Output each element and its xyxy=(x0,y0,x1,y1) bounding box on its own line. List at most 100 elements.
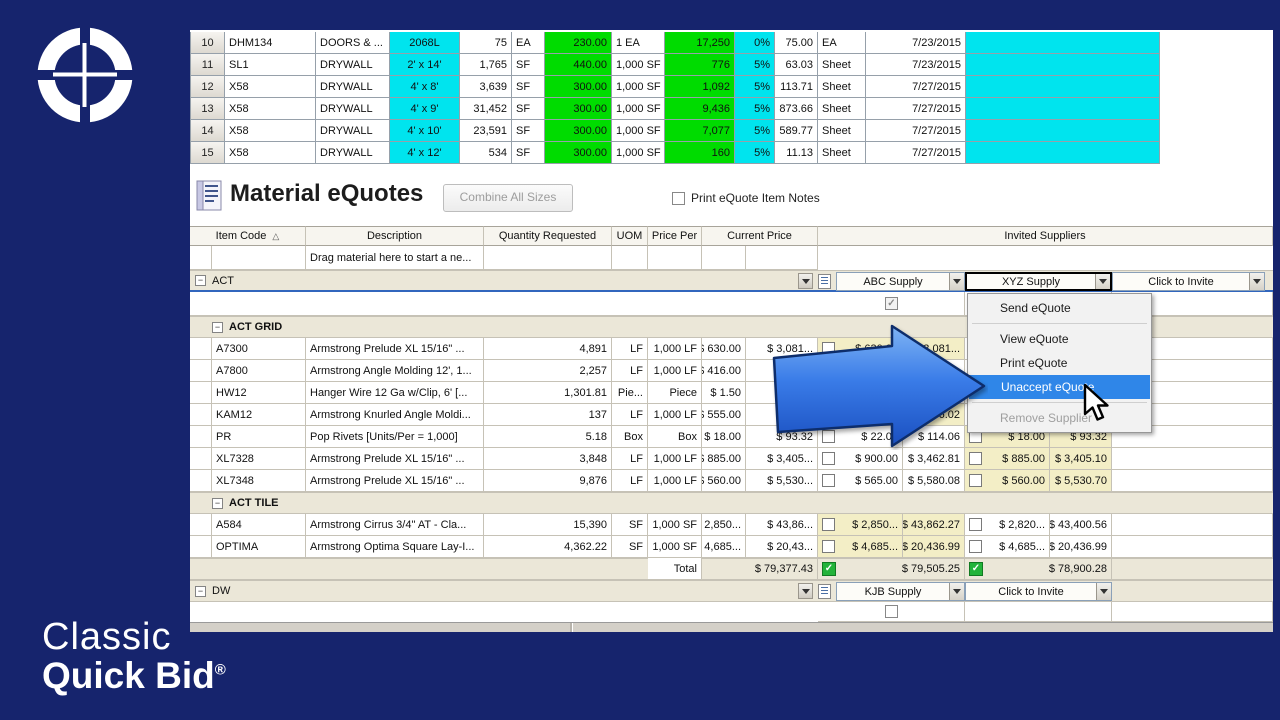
cell-empty-cyan[interactable] xyxy=(966,54,1160,76)
row-number[interactable]: 15 xyxy=(190,142,225,164)
cell-date[interactable]: 7/23/2015 xyxy=(866,54,966,76)
supplier-dropdown-invite-dw[interactable]: Click to Invite xyxy=(965,582,1112,601)
cell-uom[interactable]: SF xyxy=(512,76,545,98)
cell-size[interactable]: 4' x 10' xyxy=(390,120,460,142)
cell-price[interactable]: 113.71 xyxy=(775,76,818,98)
column-header-item-code[interactable]: Item Code △ xyxy=(190,226,306,246)
cell-price[interactable]: 63.03 xyxy=(775,54,818,76)
cell-item-code[interactable]: X58 xyxy=(225,142,316,164)
group-dropdown-button[interactable] xyxy=(798,583,813,599)
cell-size[interactable]: 4' x 8' xyxy=(390,76,460,98)
cell-xyz-ext[interactable]: $ 20,436.99 xyxy=(1050,536,1112,558)
cell-percent[interactable]: 5% xyxy=(735,98,775,120)
row-selector[interactable] xyxy=(190,246,212,270)
column-header-quantity-requested[interactable]: Quantity Requested xyxy=(484,226,612,246)
cell-per[interactable]: 1,000 SF xyxy=(612,54,665,76)
row-selector[interactable] xyxy=(190,470,212,492)
cell-category[interactable]: DRYWALL xyxy=(316,120,390,142)
column-header-price-per[interactable]: Price Per xyxy=(648,226,702,246)
cell-current-price-ext[interactable]: $ 43,86... xyxy=(746,514,818,536)
cell-uom[interactable]: LF xyxy=(612,470,648,492)
cell-item-code[interactable]: KAM12 xyxy=(212,404,306,426)
cell-value2[interactable]: 1,092 xyxy=(665,76,735,98)
cell-percent[interactable]: 5% xyxy=(735,76,775,98)
cell-current-price-unit[interactable]: $ 4,685... xyxy=(702,536,746,558)
cell-xyz-unit[interactable]: $ 560.00 xyxy=(965,470,1050,492)
cell-percent[interactable]: 5% xyxy=(735,54,775,76)
cell-current-price-unit[interactable]: $ 416.00 xyxy=(702,360,746,382)
cell-quantity-requested[interactable]: 4,891 xyxy=(484,338,612,360)
cell-per[interactable]: 1,000 SF xyxy=(612,142,665,164)
cell-date[interactable]: 7/27/2015 xyxy=(866,98,966,120)
cell-current-price-ext[interactable]: $ 3,405... xyxy=(746,448,818,470)
cell-unit[interactable]: Sheet xyxy=(818,98,866,120)
cell-description[interactable]: Pop Rivets [Units/Per = 1,000] xyxy=(306,426,484,448)
cell-unit[interactable]: Sheet xyxy=(818,76,866,98)
cell-uom[interactable]: SF xyxy=(512,120,545,142)
cell-per[interactable]: 1,000 SF xyxy=(612,120,665,142)
cell-per[interactable]: 1,000 SF xyxy=(612,98,665,120)
cell-price-per[interactable]: 1,000 LF xyxy=(648,338,702,360)
kjb-supplier-checkbox[interactable] xyxy=(885,605,898,618)
cell-empty-cyan[interactable] xyxy=(966,98,1160,120)
cell-value1[interactable]: 440.00 xyxy=(545,54,612,76)
cell-abc-unit[interactable]: $ 4,685... xyxy=(818,536,903,558)
cell-quantity[interactable] xyxy=(484,246,612,270)
cell-current-price-unit[interactable]: $ 2,850... xyxy=(702,514,746,536)
row-selector[interactable] xyxy=(190,514,212,536)
cell-uom[interactable]: LF xyxy=(612,338,648,360)
cell-item-code[interactable]: SL1 xyxy=(225,54,316,76)
cell-uom[interactable]: Pie... xyxy=(612,382,648,404)
collapse-icon[interactable]: − xyxy=(212,497,223,509)
cell-category[interactable]: DRYWALL xyxy=(316,54,390,76)
cell-current-price-unit[interactable]: $ 630.00 xyxy=(702,338,746,360)
cell-item-code[interactable] xyxy=(212,246,306,270)
cell-quantity[interactable]: 75 xyxy=(460,32,512,54)
cell-price-per[interactable]: 1,000 SF xyxy=(648,536,702,558)
cell-current-price-unit[interactable]: $ 885.00 xyxy=(702,448,746,470)
cell-value2[interactable]: 9,436 xyxy=(665,98,735,120)
cell-quantity-requested[interactable]: 4,362.22 xyxy=(484,536,612,558)
cell-price-per[interactable]: Box xyxy=(648,426,702,448)
cell-item-code[interactable]: OPTIMA xyxy=(212,536,306,558)
cell-date[interactable]: 7/23/2015 xyxy=(866,32,966,54)
cell-unit[interactable]: Sheet xyxy=(818,142,866,164)
cell-value1[interactable]: 300.00 xyxy=(545,76,612,98)
cell-price[interactable]: 589.77 xyxy=(775,120,818,142)
cell-current-price-unit[interactable]: $ 18.00 xyxy=(702,426,746,448)
dropdown-button[interactable] xyxy=(1096,583,1111,600)
cell-value1[interactable]: 300.00 xyxy=(545,98,612,120)
cell-quantity-requested[interactable]: 3,848 xyxy=(484,448,612,470)
cell-xyz-ext[interactable]: $ 3,405.10 xyxy=(1050,448,1112,470)
cell-uom[interactable]: LF xyxy=(612,360,648,382)
cell-invite-empty[interactable] xyxy=(1112,514,1273,536)
cell-item-code[interactable]: DHM134 xyxy=(225,32,316,54)
cell-quantity-requested[interactable]: 1,301.81 xyxy=(484,382,612,404)
cell-percent[interactable]: 5% xyxy=(735,120,775,142)
cell-value1[interactable]: 300.00 xyxy=(545,120,612,142)
row-number[interactable]: 11 xyxy=(190,54,225,76)
row-selector[interactable] xyxy=(190,426,212,448)
cell-item-code[interactable]: PR xyxy=(212,426,306,448)
cell-uom[interactable]: Box xyxy=(612,426,648,448)
cell-empty-cyan[interactable] xyxy=(966,76,1160,98)
column-header-description[interactable]: Description xyxy=(306,226,484,246)
cell-empty-cyan[interactable] xyxy=(966,120,1160,142)
column-header-current-price[interactable]: Current Price xyxy=(702,226,818,246)
cell-uom[interactable]: EA xyxy=(512,32,545,54)
cell-quantity-requested[interactable]: 15,390 xyxy=(484,514,612,536)
cell-description[interactable]: Armstrong Prelude XL 15/16" ... xyxy=(306,470,484,492)
dropdown-button[interactable] xyxy=(949,583,964,600)
supplier-dropdown-abc[interactable]: ABC Supply xyxy=(836,272,965,291)
abc-use-checkbox[interactable] xyxy=(822,452,835,465)
cell-uom[interactable]: SF xyxy=(512,54,545,76)
cell-item-code[interactable]: HW12 xyxy=(212,382,306,404)
abc-use-checkbox[interactable] xyxy=(822,540,835,553)
cell-value2[interactable]: 17,250 xyxy=(665,32,735,54)
supplier-dropdown-invite[interactable]: Click to Invite xyxy=(1112,272,1265,291)
cell-item-code[interactable]: X58 xyxy=(225,76,316,98)
equote-document-icon[interactable] xyxy=(818,584,831,599)
cell-current-price-unit[interactable]: $ 560.00 xyxy=(702,470,746,492)
cell-description[interactable]: Armstrong Knurled Angle Moldi... xyxy=(306,404,484,426)
cell-price-per[interactable]: 1,000 SF xyxy=(648,514,702,536)
